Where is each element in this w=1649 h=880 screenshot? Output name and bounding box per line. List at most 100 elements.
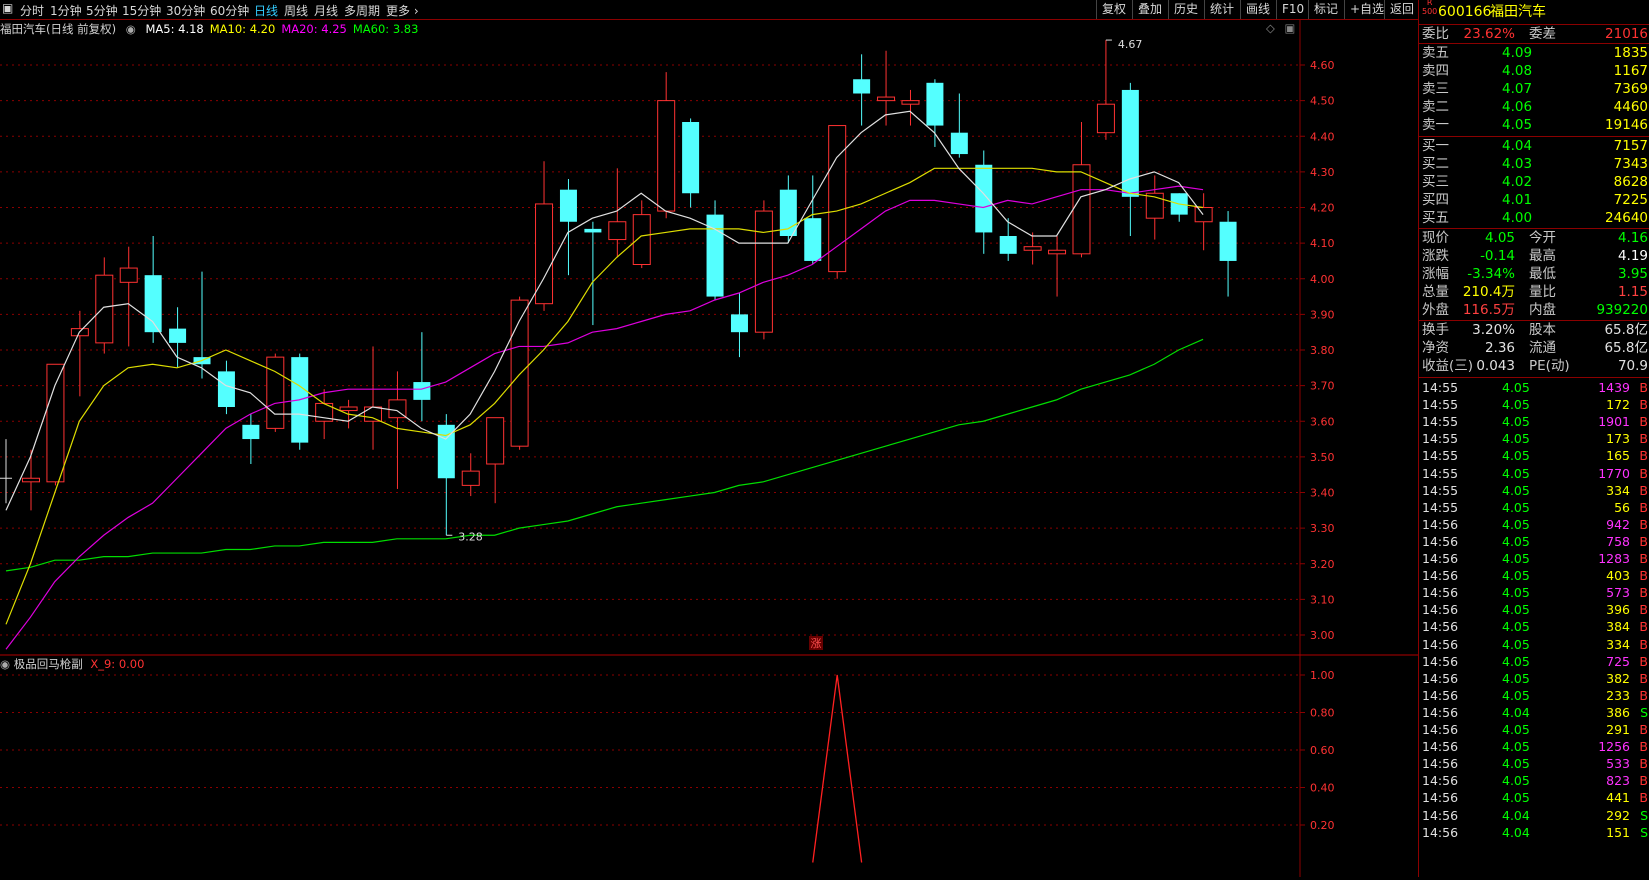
ask-price: 4.09 xyxy=(1502,45,1533,61)
trade-volume: 942 xyxy=(1606,516,1630,532)
bid-row-4[interactable]: 买五 4.00 24640 xyxy=(1419,209,1649,227)
diamond-icon[interactable]: ◇ xyxy=(1266,21,1275,35)
trade-side: B xyxy=(1639,380,1648,395)
bid-row-3[interactable]: 买四 4.01 7225 xyxy=(1419,191,1649,209)
legend-toggle-icon[interactable]: ◉ xyxy=(126,22,136,36)
bid-row-0[interactable]: 买一 4.04 7157 xyxy=(1419,137,1649,155)
toolbar-button-2[interactable]: 历史 xyxy=(1168,0,1204,19)
toolbar-button-1[interactable]: 叠加 xyxy=(1132,0,1168,19)
indicator-title[interactable]: 极品回马枪副 xyxy=(14,657,83,671)
period-tab-3[interactable]: 15分钟 xyxy=(122,2,161,19)
trade-row: 14:55 4.05 56 B xyxy=(1419,499,1649,517)
indicator-toggle-icon[interactable]: ◉ xyxy=(0,657,10,671)
main-chart-legend: 福田汽车(日线 前复权) ◉ MA5: 4.18 MA10: 4.20 MA20: … xyxy=(0,21,418,37)
candle-body-down xyxy=(999,236,1017,254)
trade-volume: 334 xyxy=(1606,636,1630,652)
trade-volume: 172 xyxy=(1606,397,1630,413)
trade-row: 14:55 4.05 1439 B xyxy=(1419,379,1649,397)
bid-price: 4.04 xyxy=(1502,138,1533,154)
ask-row-3[interactable]: 卖二 4.06 4460 xyxy=(1419,98,1649,116)
ask-label: 卖一 xyxy=(1422,117,1449,133)
ask-label: 卖三 xyxy=(1422,81,1449,97)
toolbar-button-5[interactable]: F10 xyxy=(1276,0,1308,19)
trade-side: B xyxy=(1639,499,1648,515)
quote-row-0: 现价 4.05 今开 4.16 xyxy=(1422,230,1648,246)
trade-row: 14:55 4.05 1901 B xyxy=(1419,413,1649,431)
bid-row-2[interactable]: 买三 4.02 8628 xyxy=(1419,173,1649,191)
period-tab-1[interactable]: 1分钟 xyxy=(50,2,82,19)
ask-volume: 7369 xyxy=(1613,81,1648,97)
trade-price: 4.05 xyxy=(1502,551,1530,566)
toolbar-button-7[interactable]: +自选 xyxy=(1344,0,1384,19)
toolbar-button-0[interactable]: 复权 xyxy=(1096,0,1132,19)
trade-side: B xyxy=(1639,551,1648,566)
ask-row-2[interactable]: 卖三 4.07 7369 xyxy=(1419,80,1649,98)
trade-side: B xyxy=(1639,482,1648,498)
ask-row-1[interactable]: 卖四 4.08 1167 xyxy=(1419,62,1649,80)
ask-price: 4.07 xyxy=(1502,81,1533,97)
ask-volume: 19146 xyxy=(1605,117,1648,133)
trade-side: S xyxy=(1640,807,1648,823)
quote-row-2: 涨幅 -3.34% 最低 3.95 xyxy=(1422,266,1648,282)
trade-side: B xyxy=(1639,653,1648,669)
trade-row: 14:56 4.05 441 B xyxy=(1419,789,1649,807)
candle-body-up xyxy=(119,267,138,283)
quote-row-1: 涨跌 -0.14 最高 4.19 xyxy=(1422,248,1648,264)
ask-row-0[interactable]: 卖五 4.09 1835 xyxy=(1419,44,1649,62)
price-tick-label: 4.40 xyxy=(1310,130,1335,143)
trade-side: B xyxy=(1639,619,1648,635)
trade-side: B xyxy=(1639,739,1648,755)
restore-icon[interactable]: ▣ xyxy=(1285,21,1296,35)
period-tab-5[interactable]: 60分钟 xyxy=(210,2,249,19)
trade-volume: 1770 xyxy=(1598,465,1630,481)
toolbar-button-3[interactable]: 统计 xyxy=(1204,0,1240,19)
ma10-line xyxy=(5,167,1204,625)
price-tick-label: 4.50 xyxy=(1310,95,1335,108)
trade-volume: 386 xyxy=(1606,704,1630,720)
bid-row-1[interactable]: 买二 4.03 7343 xyxy=(1419,155,1649,173)
trade-volume: 533 xyxy=(1606,756,1630,772)
period-tab-9[interactable]: 多周期 xyxy=(344,2,380,19)
candle-body-down xyxy=(682,122,700,194)
period-tab-2[interactable]: 5分钟 xyxy=(86,2,118,19)
period-tab-10[interactable]: 更多 › xyxy=(386,2,419,19)
price-tick-label: 4.00 xyxy=(1310,273,1335,286)
bid-volume: 7343 xyxy=(1613,156,1648,172)
chart-area[interactable]: 4.60 4.50 4.40 4.30 4.20 4.10 4.00 3.90 3.80 3.70… xyxy=(0,19,1418,877)
period-toolbar: ▣ 分时 1分钟 5分钟 15分钟 30分钟 60分钟 日线 周线 月线 多周期 更多 › 返回 +自… xyxy=(0,0,1418,20)
candle-body-up xyxy=(1023,246,1042,251)
quote-row-4: 外盘 116.5万 内盘 939220 xyxy=(1422,302,1648,318)
period-tab-4[interactable]: 30分钟 xyxy=(166,2,205,19)
trade-row: 14:56 4.04 292 S xyxy=(1419,807,1649,825)
toolbar-button-4[interactable]: 画线 xyxy=(1240,0,1276,19)
trade-row: 14:56 4.05 533 B xyxy=(1419,755,1649,773)
indicator-tick-label: 1.00 xyxy=(1310,669,1335,682)
period-tab-8[interactable]: 月线 xyxy=(314,2,338,19)
candle-body-up xyxy=(266,356,285,429)
trade-side: B xyxy=(1639,687,1648,703)
trade-row: 14:56 4.05 384 B xyxy=(1419,618,1649,636)
price-tick-label: 3.70 xyxy=(1310,380,1335,393)
layout-toggle-icon[interactable]: ▣ xyxy=(2,1,13,15)
candle-body-up xyxy=(339,406,358,412)
candle-body-down xyxy=(853,79,871,94)
candle-body-up xyxy=(632,214,651,265)
period-tab-6[interactable]: 日线 xyxy=(254,2,278,19)
trade-row: 14:56 4.05 1283 B xyxy=(1419,550,1649,568)
period-tab-7[interactable]: 周线 xyxy=(284,2,308,19)
candle-body-down xyxy=(169,328,187,343)
trade-time: 14:56 xyxy=(1422,722,1459,737)
ma20-line xyxy=(5,185,1204,650)
ma-label-0: MA5: 4.18 xyxy=(145,22,204,36)
trade-side: S xyxy=(1640,824,1648,840)
trade-row: 14:56 4.05 382 B xyxy=(1419,670,1649,688)
period-tab-0[interactable]: 分时 xyxy=(20,2,44,19)
price-tick-label: 3.90 xyxy=(1310,308,1335,321)
toolbar-button-8[interactable]: 返回 xyxy=(1384,0,1418,19)
toolbar-button-6[interactable]: 标记 xyxy=(1308,0,1344,19)
trade-price: 4.05 xyxy=(1502,722,1530,737)
trade-price: 4.05 xyxy=(1502,602,1530,618)
price-tick-label: 3.40 xyxy=(1310,487,1335,500)
kline-chart[interactable]: 4.60 4.50 4.40 4.30 4.20 4.10 4.00 3.90 3.80 3.70… xyxy=(0,19,1418,877)
ask-row-4[interactable]: 卖一 4.05 19146 xyxy=(1419,116,1649,134)
